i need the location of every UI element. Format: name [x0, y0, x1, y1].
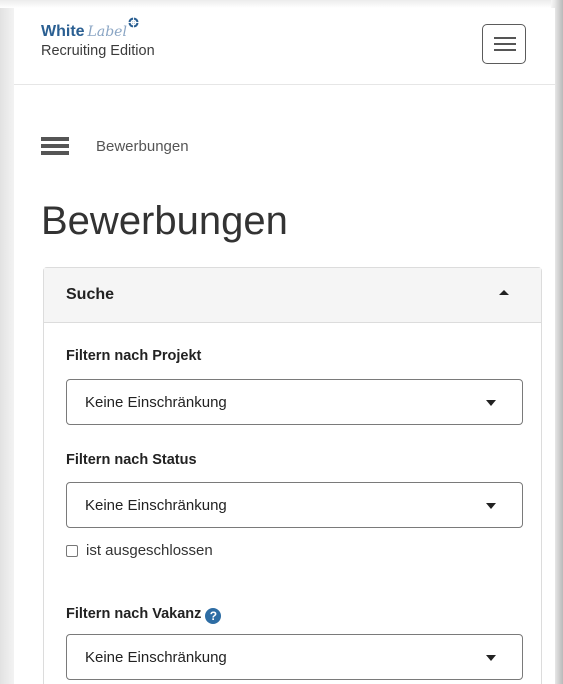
- filter-status-value: Keine Einschränkung: [85, 497, 227, 514]
- filter-status-select[interactable]: Keine Einschränkung: [66, 482, 523, 528]
- brand-white-text: White: [41, 23, 85, 40]
- search-panel: Suche Filtern nach Projekt Keine Einschr…: [43, 267, 542, 684]
- search-panel-header[interactable]: Suche: [44, 268, 541, 323]
- breadcrumb-current: Bewerbungen: [96, 138, 189, 155]
- filter-vakanz-value: Keine Einschränkung: [85, 649, 227, 666]
- filter-projekt-label: Filtern nach Projekt: [66, 348, 202, 364]
- navbar: White Label Recruiting Edition: [14, 8, 555, 85]
- caret-up-icon: [499, 290, 509, 295]
- filter-projekt-select[interactable]: Keine Einschränkung: [66, 379, 523, 425]
- page: White Label Recruiting Edition Bewerbunge…: [14, 8, 555, 684]
- filter-vakanz-select[interactable]: Keine Einschränkung: [66, 634, 523, 680]
- hamburger-icon[interactable]: [41, 137, 69, 157]
- window-left-shadow: [0, 0, 14, 684]
- chevron-down-icon: [486, 655, 496, 661]
- status-exclude-checkbox[interactable]: [66, 545, 78, 557]
- chevron-down-icon: [486, 503, 496, 509]
- window-top-shadow: [0, 0, 563, 8]
- brand-label-text: Label: [87, 24, 127, 40]
- hamburger-icon: [494, 37, 516, 39]
- filter-vakanz-label-text: Filtern nach Vakanz: [66, 606, 202, 622]
- brand-mark-icon: [128, 17, 139, 28]
- search-panel-title: Suche: [66, 286, 115, 303]
- question-circle-icon[interactable]: ?: [205, 608, 222, 624]
- navbar-toggle-button[interactable]: [482, 24, 526, 64]
- brand-logo[interactable]: White Label Recruiting Edition: [41, 17, 155, 59]
- filter-vakanz-label: Filtern nach Vakanz?: [66, 606, 222, 624]
- status-exclude-label[interactable]: ist ausgeschlossen: [86, 542, 213, 559]
- filter-status-label: Filtern nach Status: [66, 452, 197, 468]
- brand-edition-text: Recruiting Edition: [41, 43, 155, 59]
- filter-projekt-value: Keine Einschränkung: [85, 394, 227, 411]
- chevron-down-icon: [486, 400, 496, 406]
- page-title: Bewerbungen: [41, 199, 288, 243]
